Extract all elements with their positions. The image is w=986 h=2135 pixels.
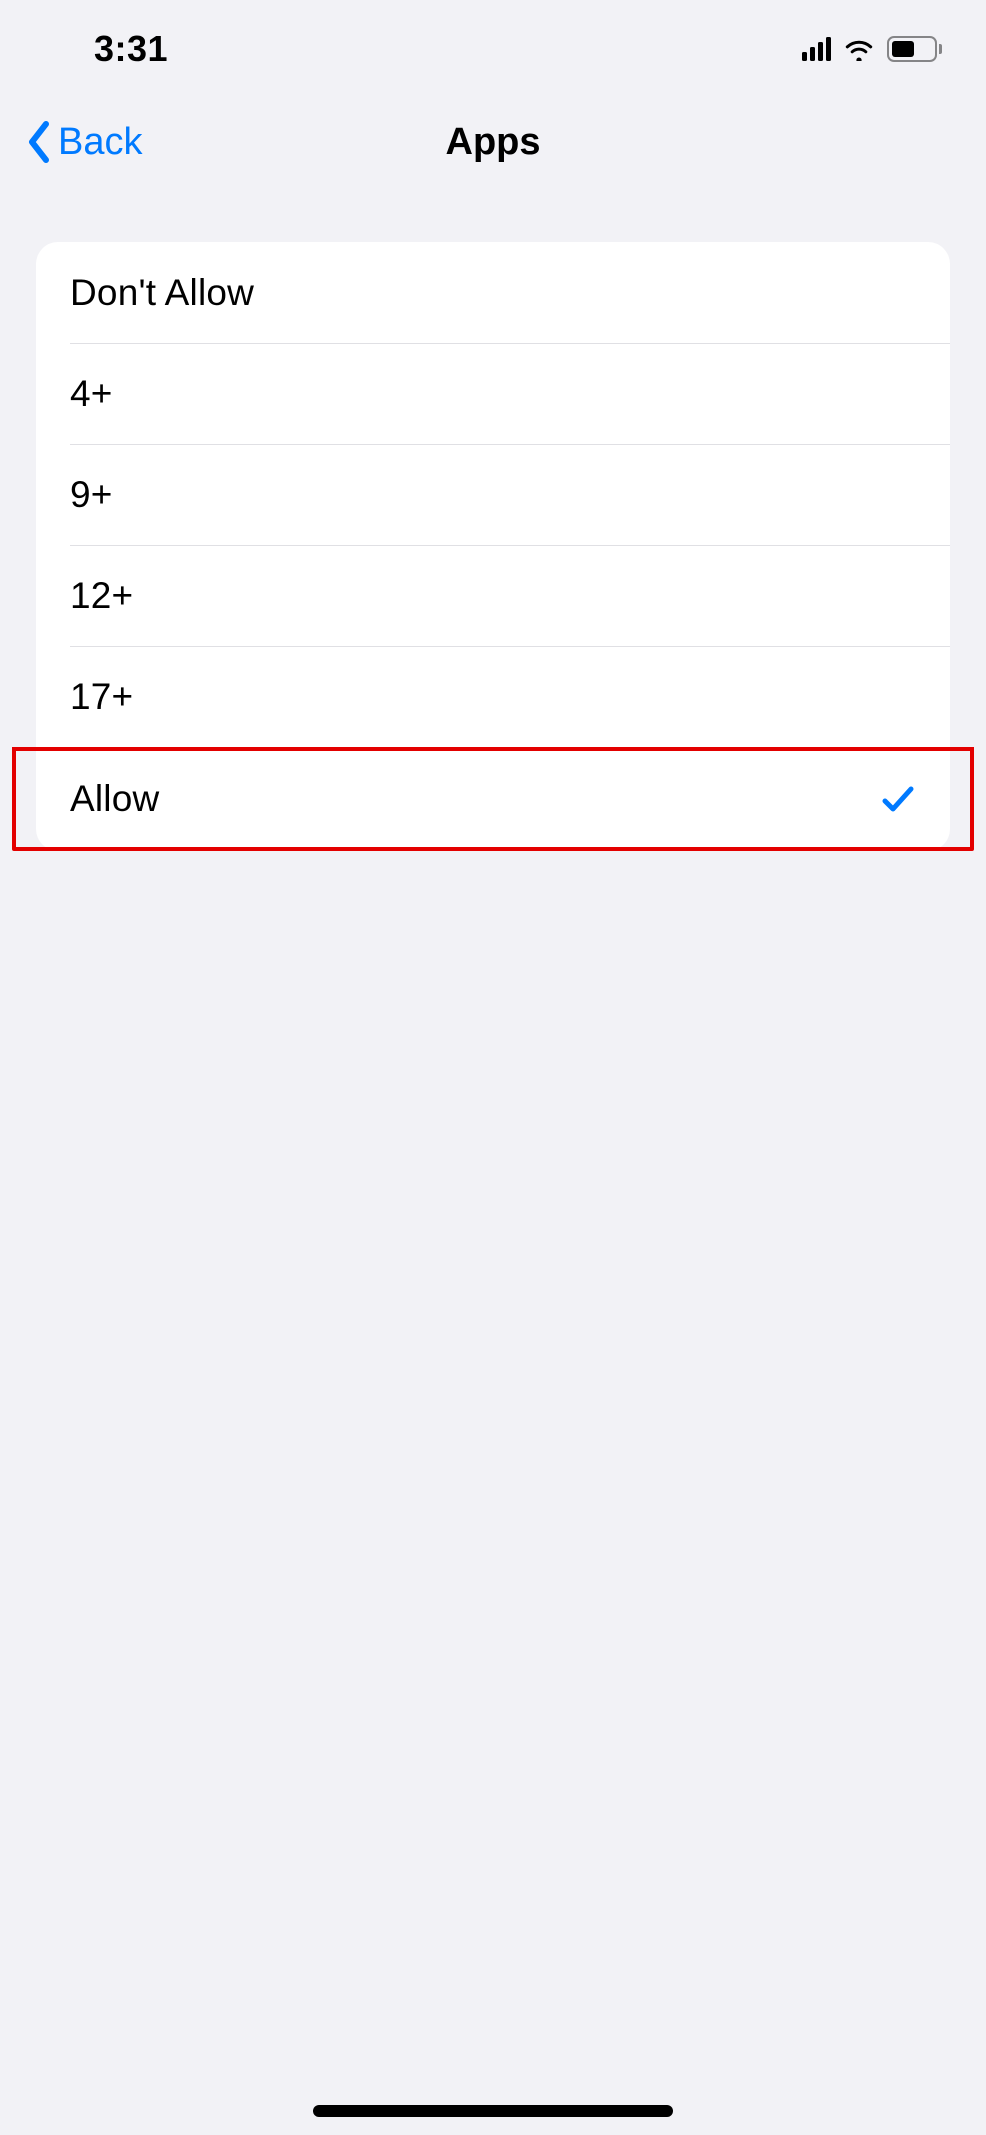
option-label: 12+ xyxy=(70,575,133,617)
option-label: Don't Allow xyxy=(70,272,254,314)
chevron-left-icon xyxy=(26,120,52,164)
option-label: 4+ xyxy=(70,373,113,415)
status-bar: 3:31 xyxy=(0,0,986,70)
options-list: Don't Allow 4+ 9+ 12+ 17+ Allow xyxy=(36,242,950,851)
wifi-icon xyxy=(843,37,875,61)
option-9plus[interactable]: 9+ xyxy=(36,444,950,545)
back-button[interactable]: Back xyxy=(26,120,142,164)
option-4plus[interactable]: 4+ xyxy=(36,343,950,444)
option-allow[interactable]: Allow xyxy=(12,747,974,851)
option-17plus[interactable]: 17+ xyxy=(36,646,950,747)
option-label: 9+ xyxy=(70,474,113,516)
status-indicators xyxy=(802,36,942,62)
back-label: Back xyxy=(58,121,142,164)
battery-icon xyxy=(887,36,942,62)
cellular-icon xyxy=(802,37,831,61)
option-dont-allow[interactable]: Don't Allow xyxy=(36,242,950,343)
option-label: 17+ xyxy=(70,676,133,718)
checkmark-icon xyxy=(880,781,916,817)
navigation-bar: Back Apps xyxy=(0,94,986,190)
option-12plus[interactable]: 12+ xyxy=(36,545,950,646)
status-time: 3:31 xyxy=(94,28,168,70)
page-title: Apps xyxy=(446,121,541,164)
home-indicator[interactable] xyxy=(313,2105,673,2117)
option-label: Allow xyxy=(70,778,159,820)
